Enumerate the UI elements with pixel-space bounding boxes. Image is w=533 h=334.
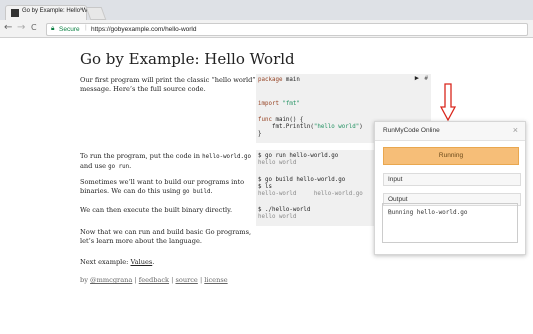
code-text: fmt.Println( bbox=[258, 124, 314, 130]
terminal-command: $ ./hello-world bbox=[258, 207, 311, 213]
run-code-2: go run bbox=[108, 163, 130, 170]
code-text: ) bbox=[359, 124, 363, 130]
terminal-command: $ go build hello-world.go bbox=[258, 177, 346, 183]
url-field[interactable]: 🔒︎ Secure | https://gobyexample.com/hell… bbox=[46, 23, 528, 36]
terminal-command: $ go run hello-world.go bbox=[258, 153, 339, 159]
terminal-command: $ ls bbox=[258, 184, 272, 190]
code-line: fmt.Println("hello world") bbox=[258, 124, 363, 131]
new-tab-button[interactable] bbox=[85, 7, 107, 20]
code-line: package main bbox=[258, 77, 300, 84]
footer-feedback-link[interactable]: feedback bbox=[139, 276, 169, 284]
panel-header: RunMyCode Online × bbox=[375, 122, 525, 141]
string-literal: "hello world" bbox=[313, 124, 360, 130]
back-icon[interactable]: ← bbox=[4, 22, 12, 33]
build-text-1: Sometimes we’ll want to build our progra… bbox=[80, 178, 245, 195]
input-section-header[interactable]: Input bbox=[383, 173, 521, 186]
forward-icon[interactable]: → bbox=[17, 22, 25, 33]
secure-label: Secure bbox=[59, 25, 80, 33]
run-code-1: hello-world.go bbox=[202, 154, 251, 160]
tab-bar: Go by Example: Hello W × bbox=[0, 0, 533, 21]
footer-license-link[interactable]: license bbox=[204, 276, 227, 284]
terminal-output: hello world bbox=[258, 214, 297, 220]
url-separator: | bbox=[85, 24, 87, 31]
keyword: package bbox=[258, 77, 283, 83]
learn-paragraph: Now that we can run and build basic Go p… bbox=[80, 228, 252, 245]
run-text-1: To run the program, put the code in bbox=[80, 152, 203, 160]
tab-title: Go by Example: Hello W bbox=[22, 8, 88, 14]
build-paragraph: Sometimes we’ll want to build our progra… bbox=[80, 178, 258, 196]
build-text-2: . bbox=[210, 186, 213, 195]
run-text-2: and use bbox=[80, 161, 109, 170]
browser-tab[interactable]: Go by Example: Hello W × bbox=[5, 5, 87, 21]
exec-paragraph: We can then execute the built binary dir… bbox=[80, 206, 233, 214]
code-text: main bbox=[282, 77, 300, 83]
resize-grip-icon[interactable]: ◢ bbox=[388, 209, 516, 242]
code-text: } bbox=[258, 131, 262, 137]
next-example-link[interactable]: Values bbox=[131, 258, 153, 266]
panel-close-icon[interactable]: × bbox=[513, 125, 518, 135]
next-label: Next example: bbox=[80, 258, 131, 266]
terminal-output: hello-world hello-world.go bbox=[258, 191, 363, 197]
keyword: func bbox=[258, 117, 272, 123]
reload-icon[interactable]: C bbox=[31, 23, 37, 32]
page-title: Go by Example: Hello World bbox=[80, 50, 295, 68]
run-code-icon[interactable]: ▶ bbox=[415, 75, 419, 82]
next-example: Next example: Values. bbox=[80, 258, 258, 267]
lock-icon: 🔒︎ bbox=[51, 25, 55, 32]
footer-by: by bbox=[80, 276, 91, 284]
tab-close-icon[interactable]: × bbox=[79, 7, 83, 13]
footer-source-link[interactable]: source bbox=[175, 276, 197, 284]
annotation-arrow-icon bbox=[440, 83, 456, 121]
footer-author-link[interactable]: @mmcgrana bbox=[90, 276, 132, 284]
run-paragraph: To run the program, put the code in hell… bbox=[80, 152, 258, 171]
run-text-3: . bbox=[129, 161, 132, 170]
intro-text: Our first program will print the classic… bbox=[80, 76, 256, 93]
output-textarea[interactable]: Running hello-world.go ◢ bbox=[382, 203, 518, 243]
panel-title: RunMyCode Online bbox=[383, 127, 440, 134]
next-end: . bbox=[152, 258, 155, 266]
code-text: main() { bbox=[271, 117, 304, 123]
code-line: import "fmt" bbox=[258, 101, 300, 108]
string-literal: "fmt" bbox=[278, 101, 300, 107]
code-line: } bbox=[258, 131, 262, 138]
permalink-icon[interactable]: # bbox=[424, 75, 428, 82]
address-bar: ← → C 🔒︎ Secure | https://gobyexample.co… bbox=[0, 20, 533, 38]
terminal-output: hello world bbox=[258, 160, 297, 166]
url-text: https://gobyexample.com/hello-world bbox=[91, 25, 197, 33]
build-code: go build bbox=[182, 188, 211, 195]
favicon-icon bbox=[11, 9, 19, 17]
code-line: func main() { bbox=[258, 117, 303, 124]
footer: by @mmcgrana | feedback | source | licen… bbox=[80, 276, 228, 284]
running-button[interactable]: Running bbox=[383, 147, 519, 165]
keyword: import bbox=[258, 101, 279, 107]
